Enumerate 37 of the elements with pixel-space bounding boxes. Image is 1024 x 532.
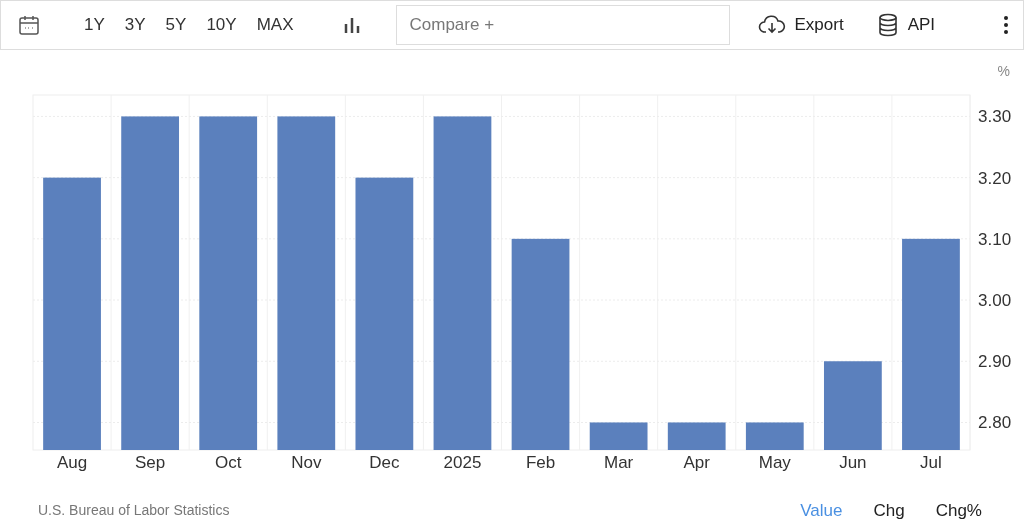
source-label: U.S. Bureau of Labor Statistics [38, 501, 230, 521]
y-axis-label: 2.80 [978, 413, 1012, 433]
y-axis-label: 3.30 [978, 107, 1012, 127]
x-axis-label: Mar [604, 453, 634, 472]
unit-label: % [997, 63, 1010, 79]
more-icon[interactable] [1003, 15, 1009, 35]
y-axis-label: 3.00 [978, 291, 1012, 311]
x-axis-label: May [758, 453, 791, 472]
range-button[interactable]: 3Y [115, 8, 155, 42]
calendar-icon[interactable] [17, 13, 41, 37]
x-axis-label: Feb [525, 453, 556, 472]
bar [745, 422, 804, 450]
y-axis-label: 2.90 [978, 352, 1012, 372]
x-axis-label: Apr [683, 453, 710, 472]
x-axis-label: Nov [291, 453, 322, 472]
x-axis-label: Aug [56, 453, 88, 472]
x-axis-label: Jul [920, 453, 942, 472]
bar [589, 422, 648, 450]
range-button[interactable]: 1Y [75, 8, 114, 42]
view-tab[interactable]: Chg [873, 498, 905, 524]
api-button[interactable]: API [877, 12, 936, 38]
x-axis-label: 2025 [443, 453, 482, 472]
y-axis-label: 3.20 [978, 168, 1012, 188]
export-button[interactable]: Export [758, 12, 844, 38]
cloud-download-icon [758, 14, 787, 36]
database-icon [877, 13, 898, 37]
x-axis-label: Jun [839, 453, 867, 472]
view-tab[interactable]: Chg% [935, 498, 982, 524]
bar [667, 422, 726, 450]
x-axis-label: Sep [135, 453, 166, 472]
y-axis-label: 3.10 [978, 229, 1012, 249]
range-button[interactable]: 10Y [197, 8, 246, 42]
x-axis-label: Oct [215, 453, 242, 472]
range-button[interactable]: MAX [247, 8, 303, 42]
x-axis-label: Dec [369, 453, 400, 472]
compare-field[interactable]: Compare + [396, 5, 731, 45]
range-button[interactable]: 5Y [156, 8, 196, 42]
